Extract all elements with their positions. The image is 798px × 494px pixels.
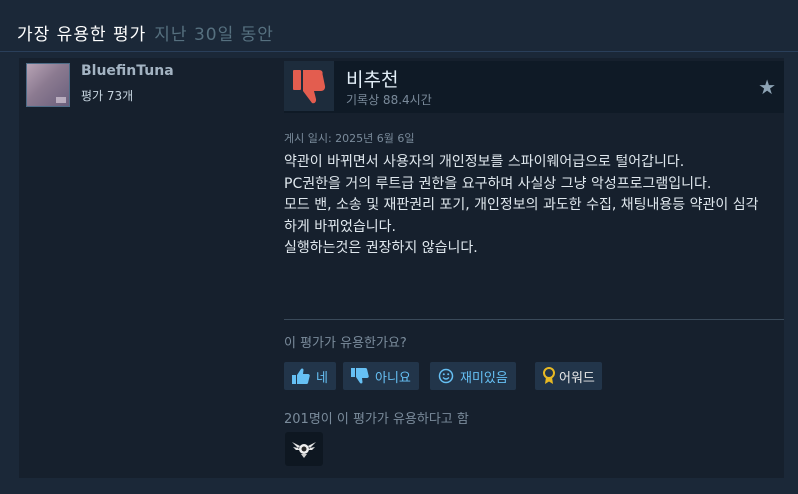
- posted-date: 게시 일시: 2025년 6월 6일: [284, 132, 415, 145]
- award-label: 어워드: [559, 370, 595, 386]
- funny-button[interactable]: 재미있음: [430, 362, 516, 390]
- helpful-no-label: 아니요: [375, 370, 411, 386]
- divider: [284, 319, 784, 320]
- section-title: 가장 유용한 평가: [17, 25, 147, 45]
- section-header: 가장 유용한 평가 지난 30일 동안: [0, 0, 798, 52]
- review-line: PC권한을 거의 루트급 권한을 요구하며 사실상 그냥 악성프로그램입니다.: [284, 175, 712, 192]
- award-medal-icon: [542, 367, 556, 385]
- winged-award-badge-icon[interactable]: [285, 432, 323, 466]
- verdict-bar: 비추천 기록상 88.4시간 ★: [284, 61, 784, 113]
- helpful-count: 201명이 이 평가가 유용하다고 함: [284, 412, 469, 427]
- verdict-title: 비추천: [346, 69, 399, 91]
- thumbs-down-icon: [284, 61, 334, 111]
- award-button[interactable]: 어워드: [535, 362, 602, 390]
- helpful-yes-label: 네: [316, 370, 328, 386]
- hours-played: 기록상 88.4시간: [346, 93, 432, 107]
- review-body: 약관이 바뀌면서 사용자의 개인정보를 스파이웨어급으로 털어갑니다. PC권한…: [284, 152, 764, 260]
- helpful-yes-button[interactable]: 네: [284, 362, 336, 390]
- smiley-icon: [438, 368, 454, 384]
- helpful-no-button[interactable]: 아니요: [343, 362, 419, 390]
- funny-label: 재미있음: [460, 370, 508, 386]
- section-subtitle: 지난 30일 동안: [154, 25, 274, 45]
- star-icon[interactable]: ★: [758, 77, 776, 97]
- thumbs-up-icon: [292, 368, 310, 384]
- author-name[interactable]: BluefinTuna: [81, 63, 174, 79]
- review-line: 실행하는것은 권장하지 않습니다.: [284, 240, 478, 256]
- author-review-count[interactable]: 평가 73개: [81, 87, 133, 104]
- avatar[interactable]: [26, 63, 70, 107]
- helpful-question: 이 평가가 유용한가요?: [284, 336, 407, 351]
- review-line: 모드 밴, 소송 및 재판권리 포기, 개인정보의 과도한 수집, 채팅내용등 …: [284, 197, 759, 235]
- review-line: 약관이 바뀌면서 사용자의 개인정보를 스파이웨어급으로 털어갑니다.: [284, 154, 685, 170]
- review-card: BluefinTuna 평가 73개 비추천 기록상 88.4시간 ★ 게시 일…: [19, 58, 784, 478]
- thumbs-down-icon: [351, 368, 369, 384]
